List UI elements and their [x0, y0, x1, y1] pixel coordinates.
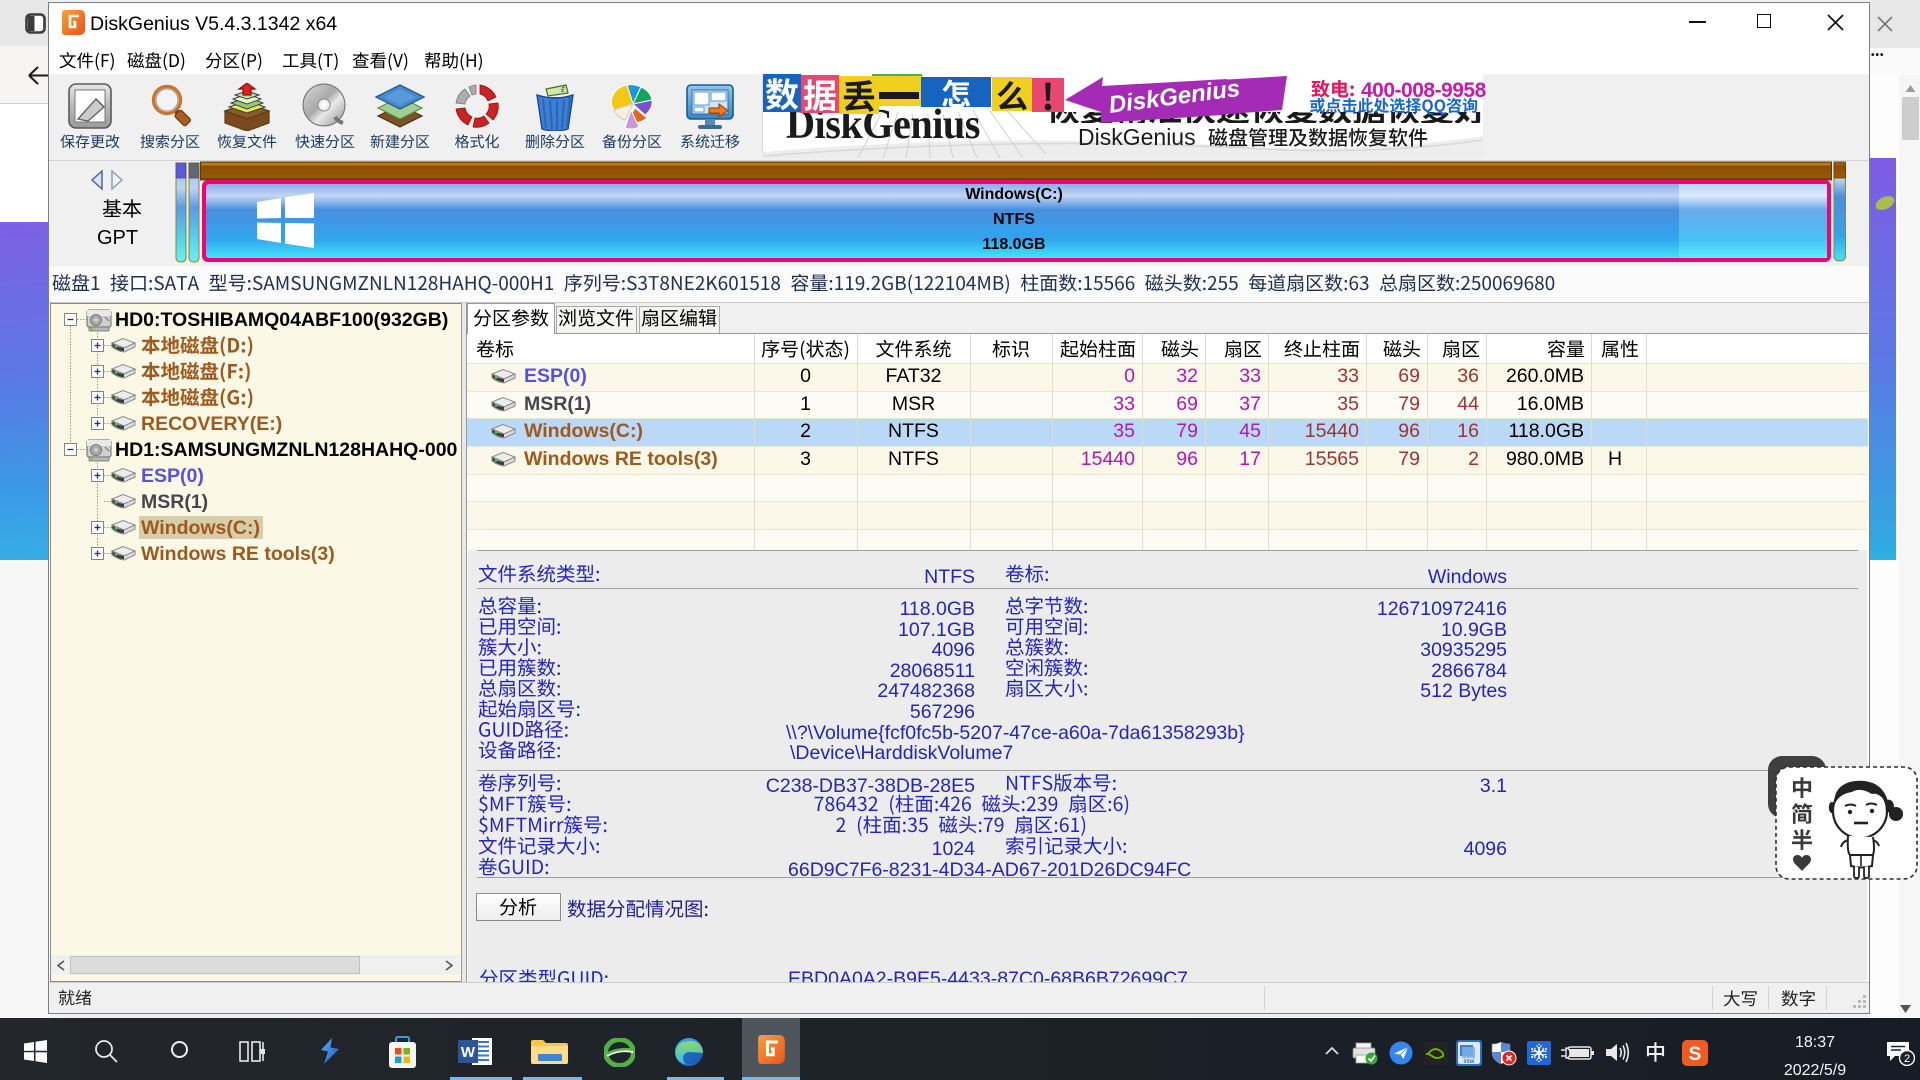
svg-text:S: S [1689, 1044, 1702, 1065]
svg-text:2: 2 [1904, 1053, 1910, 1065]
svg-text:W: W [461, 1044, 476, 1061]
svg-text:intel: intel [1463, 1059, 1474, 1065]
